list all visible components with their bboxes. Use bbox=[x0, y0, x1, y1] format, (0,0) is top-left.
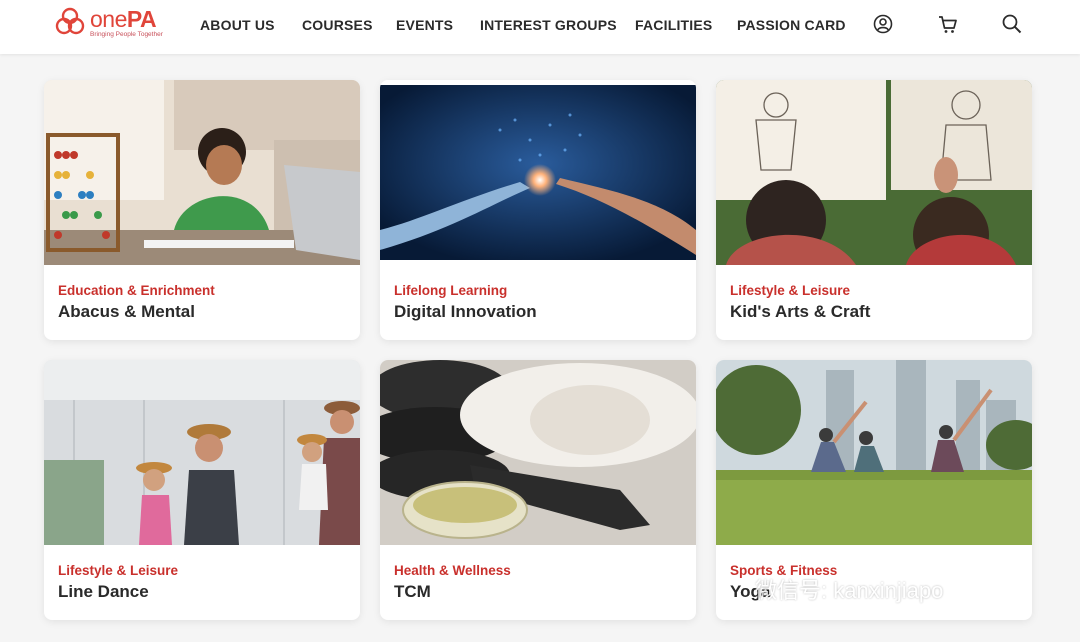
cart-icon[interactable] bbox=[937, 13, 959, 35]
onepa-logo-mark-icon bbox=[55, 7, 85, 35]
course-category: Lifelong Learning bbox=[394, 283, 508, 298]
course-card-tcm[interactable]: Health & Wellness TCM bbox=[380, 360, 696, 620]
course-title: TCM bbox=[394, 582, 431, 601]
course-image-tcm bbox=[380, 360, 696, 545]
logo-wordmark: onePA bbox=[90, 6, 157, 32]
course-title: Line Dance bbox=[58, 582, 149, 601]
course-card-kids-arts-craft[interactable]: Lifestyle & Leisure Kid's Arts & Craft bbox=[716, 80, 1032, 340]
wechat-watermark: 微信号: kanxinjiapo bbox=[755, 578, 944, 603]
course-image-kids-arts-craft bbox=[716, 80, 1032, 265]
course-category: Education & Enrichment bbox=[58, 283, 215, 298]
logo-word-one: one bbox=[90, 6, 127, 32]
course-image-line-dance bbox=[44, 360, 360, 545]
course-card-abacus[interactable]: Education & Enrichment Abacus & Mental bbox=[44, 80, 360, 340]
nav-about-us[interactable]: ABOUT US bbox=[200, 17, 275, 33]
nav-interest-groups[interactable]: INTEREST GROUPS bbox=[480, 17, 617, 33]
course-image-yoga bbox=[716, 360, 1032, 545]
course-category: Lifestyle & Leisure bbox=[730, 283, 851, 298]
logo-word-pa: PA bbox=[126, 6, 157, 32]
course-title: Digital Innovation bbox=[394, 302, 537, 321]
nav-events[interactable]: EVENTS bbox=[396, 17, 453, 33]
logo-tagline: Bringing People Together bbox=[90, 31, 163, 38]
search-icon[interactable] bbox=[1001, 13, 1023, 35]
course-category: Lifestyle & Leisure bbox=[58, 563, 179, 578]
course-category: Health & Wellness bbox=[394, 563, 511, 578]
course-title: Abacus & Mental bbox=[58, 302, 195, 321]
user-icon[interactable] bbox=[872, 13, 894, 35]
onepa-logo[interactable]: onePA Bringing People Together bbox=[54, 6, 166, 40]
course-card-digital-innovation[interactable]: Lifelong Learning Digital Innovation bbox=[380, 80, 696, 340]
nav-facilities[interactable]: FACILITIES bbox=[635, 17, 712, 33]
nav-courses[interactable]: COURSES bbox=[302, 17, 373, 33]
course-image-digital-innovation bbox=[380, 80, 696, 265]
course-title: Kid's Arts & Craft bbox=[730, 302, 871, 321]
top-navigation-bar: onePA Bringing People Together ABOUT US … bbox=[0, 0, 1080, 54]
nav-passion-card[interactable]: PASSION CARD bbox=[737, 17, 846, 33]
course-image-abacus bbox=[44, 80, 360, 265]
course-card-line-dance[interactable]: Lifestyle & Leisure Line Dance bbox=[44, 360, 360, 620]
